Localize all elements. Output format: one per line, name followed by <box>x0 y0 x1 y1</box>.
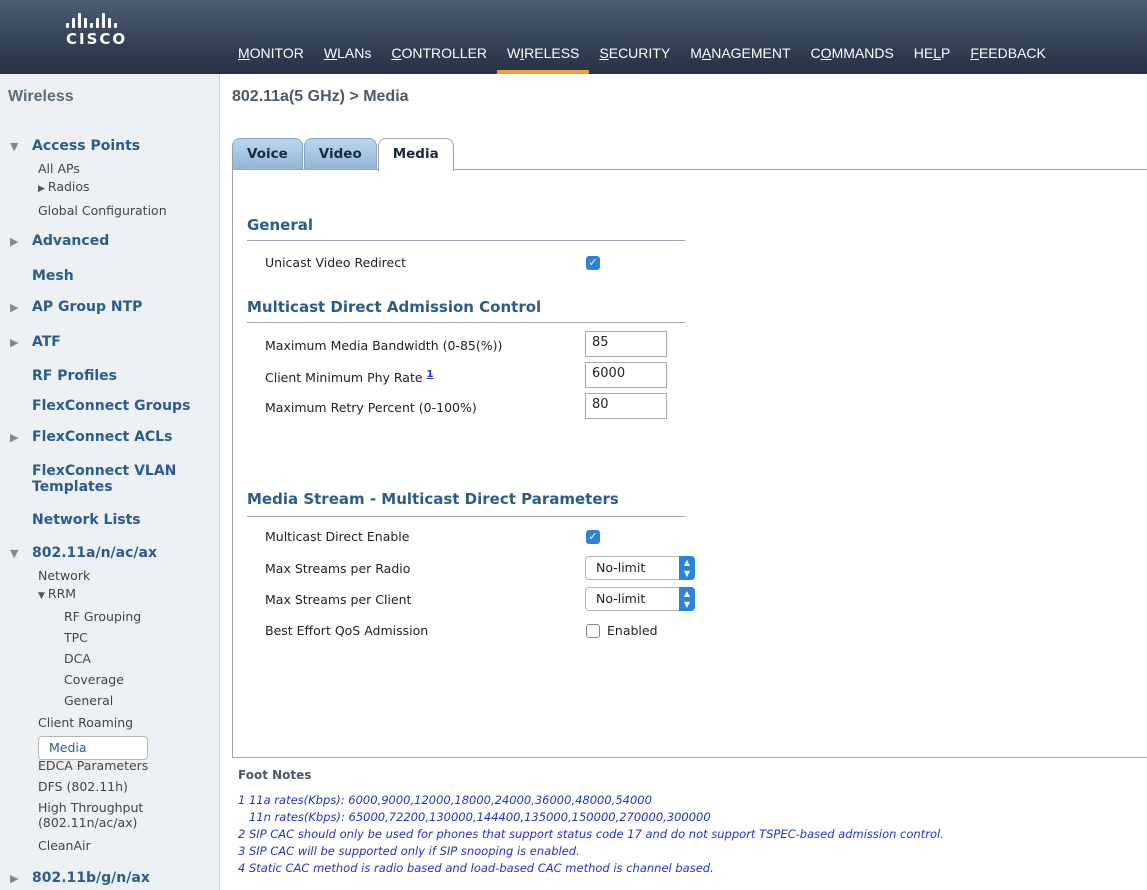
cisco-logo: CISCO <box>48 10 158 50</box>
max-retry-percent-label: Maximum Retry Percent (0-100%) <box>265 400 477 415</box>
sidebar-title: Wireless <box>8 88 74 105</box>
sidebar-section-advanced[interactable]: ▶ Advanced <box>10 233 109 249</box>
sidebar-item-edca-parameters[interactable]: EDCA Parameters <box>38 758 148 773</box>
client-min-phy-rate-input[interactable]: 6000 <box>585 362 667 388</box>
max-media-bandwidth-input[interactable]: 85 <box>585 331 667 357</box>
nav-feedback[interactable]: FEEDBACK <box>960 44 1055 74</box>
page-title: 802.11a(5 GHz) > Media <box>232 88 409 105</box>
nav-management[interactable]: MANAGEMENT <box>680 44 800 74</box>
sidebar-section-ap-group-ntp[interactable]: ▶ AP Group NTP <box>10 299 142 315</box>
cisco-logo-bars-icon <box>66 10 117 28</box>
section-divider <box>247 322 685 323</box>
collapsed-arrow-icon: ▶ <box>10 336 19 349</box>
nav-help[interactable]: HELP <box>904 44 961 74</box>
unicast-video-redirect-label: Unicast Video Redirect <box>265 255 407 270</box>
multicast-direct-enable-label: Multicast Direct Enable <box>265 529 410 544</box>
best-effort-qos-admission-checkbox[interactable] <box>586 624 600 638</box>
multicast-direct-enable-checkbox[interactable]: ✓ <box>586 530 600 544</box>
nav-wlans[interactable]: WLANs <box>314 44 381 74</box>
cisco-logo-text: CISCO <box>66 30 128 48</box>
client-min-phy-rate-label: Client Minimum Phy Rate 1 <box>265 369 434 386</box>
tab-video[interactable]: Video <box>303 138 377 170</box>
sidebar-section-flexconnect-groups[interactable]: FlexConnect Groups <box>10 398 190 414</box>
collapsed-arrow-icon: ▶ <box>10 872 19 885</box>
sidebar-section-802-11a[interactable]: ▼ 802.11a/n/ac/ax <box>10 545 157 561</box>
select-arrows-icon: ▲ ▼ <box>679 587 695 611</box>
sidebar-item-media[interactable]: Media <box>38 736 148 760</box>
top-navigation-bar: CISCO MONITOR WLANs CONTROLLER WIRELESS … <box>0 0 1147 74</box>
sidebar-section-flexconnect-vlan-templates[interactable]: FlexConnect VLAN Templates <box>10 463 176 495</box>
sidebar-section-network-lists[interactable]: Network Lists <box>10 512 141 528</box>
footnote-line: 1 11a rates(Kbps): 6000,9000,12000,18000… <box>238 793 652 807</box>
sidebar-item-all-aps[interactable]: All APs <box>38 161 80 176</box>
max-streams-per-client-select[interactable]: No-limit ▲ ▼ <box>585 587 695 611</box>
nav-commands[interactable]: COMMANDS <box>801 44 904 74</box>
collapsed-arrow-icon: ▶ <box>10 431 19 444</box>
sidebar-item-general[interactable]: General <box>64 693 113 708</box>
nav-wireless[interactable]: WIRELESS <box>497 44 590 74</box>
multicast-direct-admission-control-heading: Multicast Direct Admission Control <box>247 298 542 316</box>
expanded-arrow-icon: ▼ <box>38 591 45 601</box>
expanded-arrow-icon: ▼ <box>10 547 19 560</box>
media-stream-heading: Media Stream - Multicast Direct Paramete… <box>247 490 619 508</box>
general-heading: General <box>247 216 313 234</box>
max-streams-per-client-label: Max Streams per Client <box>265 592 412 607</box>
sidebar: Wireless ▼ Access Points All APs ▶ Radios … <box>0 74 220 890</box>
nav-monitor[interactable]: MONITOR <box>228 44 314 74</box>
media-settings-panel: General Unicast Video Redirect ✓ Multica… <box>232 169 1147 758</box>
sidebar-item-client-roaming[interactable]: Client Roaming <box>38 715 133 730</box>
sidebar-item-dca[interactable]: DCA <box>64 651 91 666</box>
sidebar-section-mesh[interactable]: Mesh <box>10 268 74 284</box>
sidebar-section-802-11b[interactable]: ▶ 802.11b/g/n/ax <box>10 870 150 886</box>
sidebar-section-access-points[interactable]: ▼ Access Points <box>10 138 140 154</box>
nav-controller[interactable]: CONTROLLER <box>381 44 497 74</box>
max-retry-percent-input[interactable]: 80 <box>585 393 667 419</box>
max-streams-per-radio-select[interactable]: No-limit ▲ ▼ <box>585 556 695 580</box>
collapsed-arrow-icon: ▶ <box>38 184 45 194</box>
max-streams-per-radio-label: Max Streams per Radio <box>265 561 411 576</box>
enabled-label: Enabled <box>607 623 658 638</box>
unicast-video-redirect-checkbox[interactable]: ✓ <box>586 256 600 270</box>
tab-media[interactable]: Media <box>377 138 454 171</box>
sidebar-item-rrm[interactable]: ▼ RRM <box>38 586 76 601</box>
sidebar-section-rf-profiles[interactable]: RF Profiles <box>10 368 117 384</box>
select-arrows-icon: ▲ ▼ <box>679 556 695 580</box>
sidebar-item-global-configuration[interactable]: Global Configuration <box>38 203 167 218</box>
sidebar-section-atf[interactable]: ▶ ATF <box>10 334 61 350</box>
tab-voice[interactable]: Voice <box>232 138 303 170</box>
sidebar-item-network[interactable]: Network <box>38 568 90 583</box>
best-effort-qos-admission-label: Best Effort QoS Admission <box>265 623 429 638</box>
collapsed-arrow-icon: ▶ <box>10 301 19 314</box>
expanded-arrow-icon: ▼ <box>10 140 19 153</box>
sidebar-item-rf-grouping[interactable]: RF Grouping <box>64 609 141 624</box>
max-media-bandwidth-label: Maximum Media Bandwidth (0-85(%)) <box>265 338 503 353</box>
footnotes-title: Foot Notes <box>238 768 312 782</box>
sidebar-section-flexconnect-acls[interactable]: ▶ FlexConnect ACLs <box>10 429 172 445</box>
footnote-line: 4 Static CAC method is radio based and l… <box>238 861 714 875</box>
footnote-line: 11n rates(Kbps): 65000,72200,130000,1444… <box>238 810 711 824</box>
sidebar-item-coverage[interactable]: Coverage <box>64 672 124 687</box>
checkmark-icon: ✓ <box>588 530 598 543</box>
section-divider <box>247 516 685 517</box>
footnote-line: 2 SIP CAC should only be used for phones… <box>238 827 944 841</box>
footnote-line: 3 SIP CAC will be supported only if SIP … <box>238 844 580 858</box>
tab-bar: Voice Video Media <box>232 138 455 171</box>
collapsed-arrow-icon: ▶ <box>10 235 19 248</box>
sidebar-item-tpc[interactable]: TPC <box>64 630 88 645</box>
section-divider <box>247 240 685 241</box>
footnote-1-link[interactable]: 1 <box>427 369 434 380</box>
sidebar-item-radios[interactable]: ▶ Radios <box>38 179 90 194</box>
sidebar-item-dfs[interactable]: DFS (802.11h) <box>38 779 128 794</box>
nav-security[interactable]: SECURITY <box>589 44 680 74</box>
main-menu: MONITOR WLANs CONTROLLER WIRELESS SECURI… <box>228 44 1056 74</box>
checkmark-icon: ✓ <box>588 256 598 269</box>
sidebar-item-cleanair[interactable]: CleanAir <box>38 838 91 853</box>
sidebar-item-high-throughput[interactable]: High Throughput (802.11n/ac/ax) <box>38 800 143 830</box>
